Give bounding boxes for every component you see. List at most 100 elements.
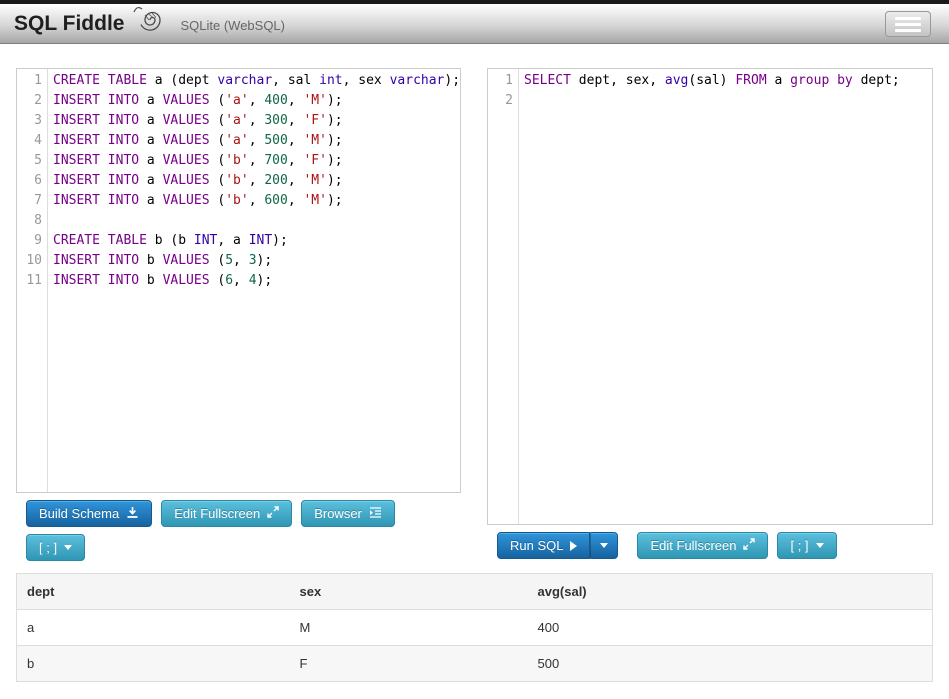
table-cell: F — [289, 645, 528, 682]
code-token: a — [139, 113, 163, 128]
column-header-dept: dept — [16, 573, 290, 610]
query-terminator-label: [ ; ] — [790, 538, 809, 553]
nautilus-logo-icon — [126, 3, 168, 38]
code-token: 'b' — [225, 153, 249, 168]
code-token: dept, sex, — [570, 73, 665, 88]
code-token: a — [139, 93, 163, 108]
results-header-row: dept sex avg(sal) — [16, 573, 933, 610]
code-token: , — [287, 93, 304, 108]
code-token: ); — [256, 273, 273, 288]
app-title: SQL Fiddle — [14, 11, 125, 35]
query-line-number-gutter: 12 — [488, 69, 519, 524]
browser-button[interactable]: Browser — [301, 500, 395, 527]
schema-terminator-label: [ ; ] — [39, 540, 58, 555]
code-token: VALUES — [162, 193, 210, 208]
code-token: dept; — [852, 73, 900, 88]
code-token: 4 — [248, 273, 257, 288]
hamburger-icon — [895, 16, 921, 20]
code-token: 500 — [264, 133, 288, 148]
code-token: INT — [193, 233, 218, 248]
code-token: b — [139, 253, 163, 268]
query-terminator-dropdown[interactable]: [ ; ] — [777, 532, 837, 559]
run-sql-button[interactable]: Run SQL — [497, 532, 591, 559]
code-token: INSERT INTO — [53, 153, 140, 168]
schema-line-number-gutter: 1 2 3 4 5 6 7 8 9 10 11 — [17, 69, 48, 492]
code-token: ( — [209, 153, 226, 168]
edit-fullscreen-query-button[interactable]: Edit Fullscreen — [637, 532, 769, 559]
menu-toggle-button[interactable] — [885, 11, 931, 37]
code-token: VALUES — [162, 173, 210, 188]
code-token: , — [233, 253, 249, 268]
code-token: 'M' — [303, 93, 327, 108]
code-token: ); — [272, 233, 288, 248]
schema-terminator-dropdown[interactable]: [ ; ] — [26, 534, 86, 561]
query-editor[interactable]: 12 SELECT dept, sex, avg(sal) FROM a gro… — [487, 68, 933, 525]
code-line: CREATE TABLE b (b INT, a INT); — [53, 231, 460, 251]
code-token: 'b' — [225, 193, 249, 208]
code-token: INSERT INTO — [53, 113, 140, 128]
code-token: , — [233, 273, 249, 288]
code-token: 3 — [248, 253, 257, 268]
hamburger-icon — [895, 28, 921, 32]
run-sql-split-button: Run SQL — [497, 532, 619, 559]
code-token: 'F' — [303, 153, 327, 168]
main-content: 1 2 3 4 5 6 7 8 9 10 11 CREATE TABLE a (dept varch… — [0, 44, 949, 682]
code-token: INSERT INTO — [53, 253, 140, 268]
code-token: a — [139, 193, 163, 208]
code-token: VALUES — [162, 93, 210, 108]
code-token: 6 — [225, 273, 234, 288]
code-token: varchar — [389, 73, 445, 88]
code-token: , — [248, 133, 265, 148]
code-token: CREATE TABLE — [53, 233, 147, 248]
code-token: VALUES — [162, 253, 210, 268]
header: SQL Fiddle SQLite (WebSQL) — [0, 4, 949, 44]
code-token: 'M' — [303, 173, 327, 188]
code-token: 'M' — [303, 133, 327, 148]
code-token: , — [248, 153, 265, 168]
code-token: a (dept — [146, 73, 218, 88]
code-token: INSERT INTO — [53, 93, 140, 108]
code-token: ( — [209, 193, 226, 208]
code-token: , a — [217, 233, 249, 248]
table-row: a M 400 — [16, 609, 933, 646]
code-token: 300 — [264, 113, 288, 128]
schema-code-area[interactable]: CREATE TABLE a (dept varchar, sal int, s… — [48, 69, 460, 492]
code-token: VALUES — [162, 133, 210, 148]
run-sql-dropdown-toggle[interactable] — [590, 532, 619, 559]
browser-panel-icon — [369, 506, 382, 521]
code-token: 'F' — [303, 113, 327, 128]
code-token: 'a' — [225, 113, 249, 128]
column-header-avg-sal: avg(sal) — [527, 573, 933, 610]
code-token: , — [248, 193, 265, 208]
query-code-area[interactable]: SELECT dept, sex, avg(sal) FROM a group … — [519, 69, 932, 524]
build-schema-button[interactable]: Build Schema — [26, 500, 153, 527]
code-token: 'a' — [225, 133, 249, 148]
line-number: 7 — [34, 193, 42, 208]
line-number: 5 — [34, 153, 42, 168]
db-engine-label: SQLite (WebSQL) — [180, 18, 285, 33]
code-line: INSERT INTO a VALUES ('b', 700, 'F'); — [53, 151, 460, 171]
code-token: a — [766, 73, 791, 88]
line-number: 1 — [505, 73, 513, 88]
code-token: 'a' — [225, 93, 249, 108]
code-token: ( — [209, 273, 226, 288]
code-token: , — [287, 153, 304, 168]
code-token: ); — [326, 133, 343, 148]
run-sql-label: Run SQL — [510, 538, 564, 553]
code-token: VALUES — [162, 113, 210, 128]
code-token: 600 — [264, 193, 288, 208]
code-token: FROM — [735, 73, 767, 88]
line-number: 2 — [505, 93, 513, 108]
edit-fullscreen-schema-button[interactable]: Edit Fullscreen — [161, 500, 293, 527]
code-line: INSERT INTO b VALUES (5, 3); — [53, 251, 460, 271]
browser-label: Browser — [314, 506, 362, 521]
line-number: 3 — [34, 113, 42, 128]
code-token: ); — [444, 73, 461, 88]
code-line: INSERT INTO a VALUES ('b', 200, 'M'); — [53, 171, 460, 191]
fullscreen-expand-icon — [743, 538, 756, 553]
table-cell: 400 — [527, 609, 933, 646]
schema-editor[interactable]: 1 2 3 4 5 6 7 8 9 10 11 CREATE TABLE a (dept varch… — [16, 68, 461, 493]
code-token: ( — [209, 173, 226, 188]
